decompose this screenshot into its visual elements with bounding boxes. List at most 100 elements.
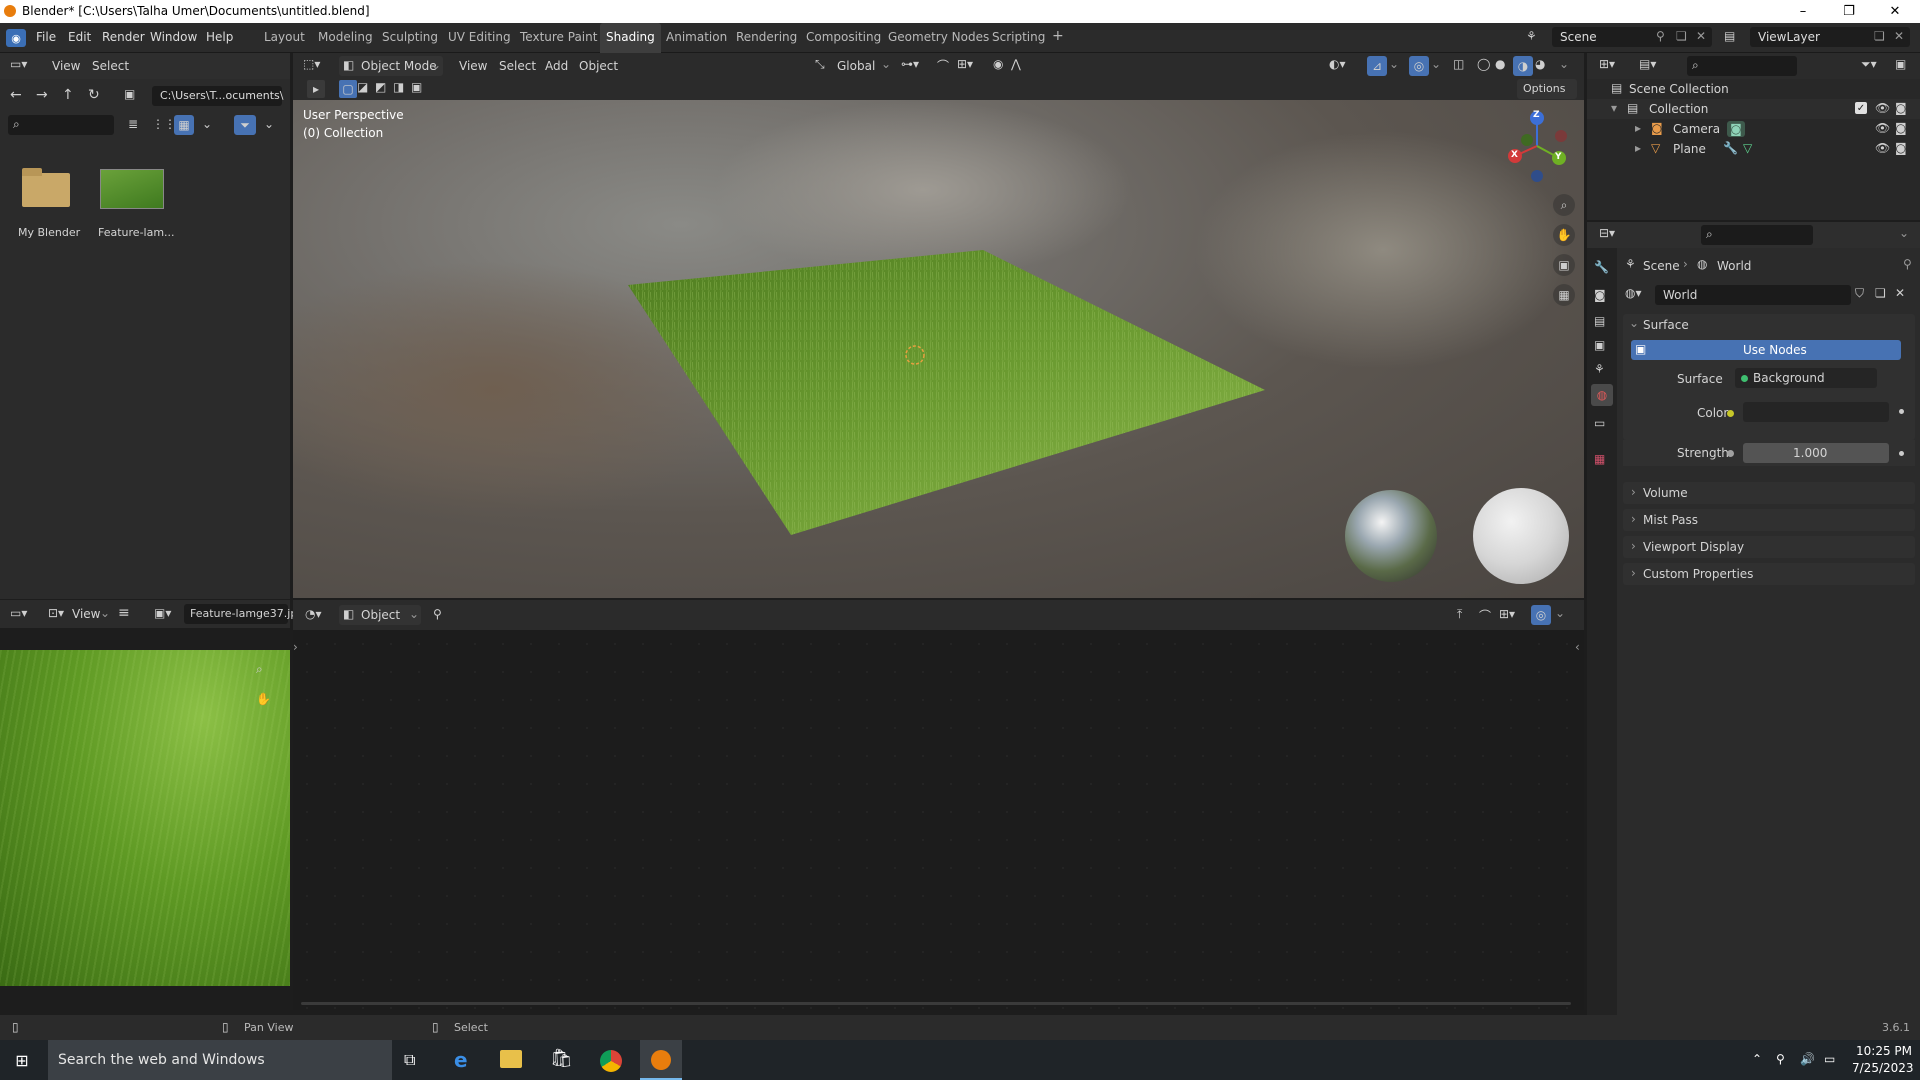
tab-sculpting[interactable]: Sculpting — [376, 23, 444, 53]
chrome-icon[interactable] — [600, 1050, 622, 1072]
panel-volume[interactable]: › Volume — [1623, 482, 1915, 504]
notification-icon[interactable]: ▭ — [1824, 1052, 1835, 1066]
outliner-row-camera[interactable]: ▸ ◙ Camera ◙ 👁 ◙ — [1587, 119, 1920, 139]
sidebar-toggle-icon[interactable]: › — [293, 640, 298, 654]
grass-image-preview[interactable] — [0, 650, 290, 986]
editor-type-icon[interactable]: ⊞▾ — [1599, 57, 1615, 71]
select-tool-icon[interactable]: ▸ — [307, 80, 325, 98]
breadcrumb-scene[interactable]: Scene — [1643, 259, 1680, 273]
overlay-toggle-icon[interactable]: ◎ — [1531, 605, 1551, 625]
close-button[interactable]: ✕ — [1872, 0, 1918, 23]
select-mode-set-icon[interactable]: ▢ — [339, 80, 357, 98]
3d-viewport[interactable]: User Perspective (0) Collection Z X Y ⌕ … — [293, 100, 1584, 598]
parent-node-tree-icon[interactable]: ⤒ — [1457, 607, 1462, 622]
chevron-down-icon[interactable]: ⌄ — [1555, 606, 1565, 620]
display-settings-icon[interactable]: ⌄ — [202, 117, 212, 131]
editor-type-icon[interactable]: ⬚▾ — [303, 57, 320, 71]
hand-pan-icon[interactable]: ✋ — [1553, 224, 1575, 246]
xray-icon[interactable]: ◫ — [1453, 57, 1464, 71]
view-layer-icon[interactable]: ▤ — [1724, 29, 1735, 43]
parent-folder-icon[interactable]: ↑ — [62, 87, 74, 103]
keyframe-dot[interactable] — [1899, 451, 1904, 456]
tool-tab-icon[interactable]: 🔧 — [1594, 260, 1609, 274]
tab-compositing[interactable]: Compositing — [800, 23, 887, 53]
new-view-layer-icon[interactable]: ❏ — [1874, 29, 1885, 43]
volume-icon[interactable]: 🔊 — [1800, 1052, 1815, 1066]
filter-icon[interactable]: ⏷ — [234, 115, 256, 135]
navigation-gizmo[interactable]: Z X Y — [1497, 106, 1577, 186]
unlink-icon[interactable]: ✕ — [1895, 286, 1905, 300]
render-camera-icon[interactable]: ◙ — [1895, 121, 1907, 135]
vp-menu-view[interactable]: View — [459, 59, 487, 73]
network-icon[interactable]: ⚲ — [1776, 1052, 1785, 1066]
checkbox-icon[interactable]: ✓ — [1855, 102, 1867, 114]
add-workspace-icon[interactable]: + — [1046, 21, 1070, 51]
strength-input[interactable]: 1.000 — [1743, 443, 1889, 463]
filter-icon[interactable]: ⏷▾ — [1861, 57, 1877, 72]
vp-menu-add[interactable]: Add — [545, 59, 568, 73]
image-browse-icon[interactable]: ▣▾ — [154, 606, 171, 620]
tab-texture-paint[interactable]: Texture Paint — [514, 23, 603, 53]
eye-icon[interactable]: 👁 — [1875, 101, 1890, 115]
file-item-folder[interactable]: My Blender — [14, 163, 80, 243]
view-mode-icon[interactable]: ⊡▾ — [48, 606, 64, 620]
view-layer-tab-icon[interactable]: ▣ — [1594, 338, 1605, 352]
transform-orientation-icon[interactable]: ⤡ — [815, 57, 825, 72]
options-dropdown[interactable]: Options — [1517, 79, 1577, 99]
clock-time[interactable]: 10:25 PM — [1856, 1044, 1912, 1058]
breadcrumb-world[interactable]: World — [1717, 259, 1751, 273]
chevron-down-icon[interactable]: ⌄ — [1899, 226, 1909, 240]
select-mode-extend-icon[interactable]: ◪ — [357, 80, 368, 94]
editor-type-icon[interactable]: ▭▾ — [10, 57, 27, 71]
gizmo-toggle-icon[interactable]: ⊿ — [1367, 56, 1387, 76]
scene-tab-icon[interactable]: ⚘ — [1594, 362, 1605, 376]
render-camera-icon[interactable]: ◙ — [1895, 141, 1907, 155]
windows-start-icon[interactable]: ⊞ — [12, 1050, 32, 1070]
falloff-icon[interactable]: ⋀ — [1011, 57, 1021, 71]
fb-menu-select[interactable]: Select — [92, 59, 129, 73]
vp-menu-object[interactable]: Object — [579, 59, 618, 73]
scene-icon[interactable]: ⚘ — [1526, 29, 1537, 43]
hamburger-menu-icon[interactable]: ≡ — [118, 605, 130, 621]
edge-browser-icon[interactable]: e — [454, 1048, 468, 1072]
file-item-image[interactable]: Feature-lam... — [96, 163, 175, 243]
thumbnails-icon[interactable]: ▦ — [174, 115, 194, 135]
use-nodes-button[interactable]: ▣ Use Nodes — [1631, 340, 1901, 360]
shader-type-selector[interactable]: ◧ Object ⌄ — [339, 605, 421, 625]
tab-shading[interactable]: Shading — [600, 23, 661, 53]
overlay-toggle-icon[interactable]: ◎ — [1409, 56, 1429, 76]
list-horizontal-icon[interactable]: ⋮⋮ — [152, 117, 176, 131]
duplicate-icon[interactable]: ❏ — [1875, 286, 1886, 300]
solid-shading-icon[interactable]: ● — [1495, 57, 1505, 71]
render-camera-icon[interactable]: ◙ — [1895, 101, 1907, 115]
filter-options-icon[interactable]: ⌄ — [264, 117, 274, 131]
snap-icon[interactable]: ⌒ — [1479, 607, 1491, 624]
new-collection-icon[interactable]: ▣ — [1895, 57, 1906, 71]
vp-menu-select[interactable]: Select — [499, 59, 536, 73]
list-vertical-icon[interactable]: ≣ — [128, 117, 138, 131]
collection-tab-icon[interactable]: ▭ — [1594, 416, 1605, 430]
select-mode-intersect-icon[interactable]: ▣ — [411, 80, 422, 94]
editor-type-icon[interactable]: ⊟▾ — [1599, 226, 1615, 240]
tab-geometry-nodes[interactable]: Geometry Nodes — [882, 23, 995, 53]
store-icon[interactable]: 🛍 — [550, 1048, 573, 1069]
mesh-data-icon[interactable]: ▽ — [1743, 141, 1752, 155]
editor-type-icon[interactable]: ▭▾ — [10, 606, 27, 620]
pivot-icon[interactable]: ⊶▾ — [901, 57, 919, 71]
eye-icon[interactable]: 👁 — [1875, 121, 1890, 135]
perspective-toggle-icon[interactable]: ▦ — [1553, 284, 1575, 306]
minimize-button[interactable]: – — [1780, 0, 1826, 23]
chevron-down-icon[interactable]: ⌄ — [1431, 57, 1441, 71]
eye-icon[interactable]: 👁 — [1875, 141, 1890, 155]
fake-user-shield-icon[interactable]: ⛉ — [1855, 286, 1864, 301]
new-scene-icon[interactable]: ❏ — [1676, 29, 1687, 43]
visibility-icon[interactable]: ◐▾ — [1329, 57, 1346, 71]
refresh-icon[interactable]: ↻ — [88, 87, 100, 103]
clock-date[interactable]: 7/25/2023 — [1852, 1061, 1914, 1075]
display-mode-icon[interactable]: ▤▾ — [1639, 57, 1656, 71]
expand-arrow-icon[interactable]: ▾ — [1611, 101, 1617, 115]
modifier-wrench-icon[interactable]: 🔧 — [1723, 141, 1738, 155]
menu-window[interactable]: Window — [150, 30, 197, 44]
pin-icon[interactable]: ⚲ — [433, 607, 442, 621]
orientation-selector[interactable]: Global — [837, 59, 875, 73]
